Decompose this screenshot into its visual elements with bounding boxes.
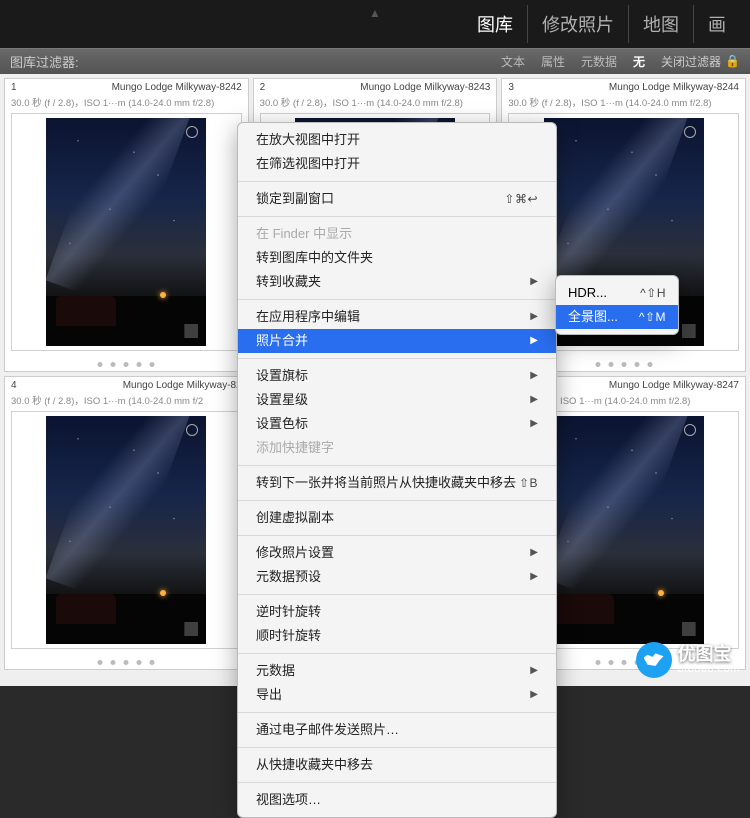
- lock-icon[interactable]: 🔒: [725, 54, 740, 68]
- ctx-metadata[interactable]: 元数据▶: [238, 659, 556, 683]
- bird-icon: [636, 642, 672, 678]
- cell-title: Mungo Lodge Milkyway-8242: [112, 82, 242, 93]
- chevron-right-icon: ▶: [530, 414, 538, 434]
- ctx-go-folder[interactable]: 转到图库中的文件夹: [238, 246, 556, 270]
- thumbnail-image[interactable]: [544, 416, 704, 644]
- flag-icon[interactable]: [186, 126, 198, 138]
- grid-cell[interactable]: 1 Mungo Lodge Milkyway-8242 30.0 秒 (f / …: [4, 78, 249, 372]
- filter-label: 图库过滤器:: [10, 52, 79, 71]
- cell-index: 2: [260, 82, 266, 93]
- tab-library[interactable]: 图库: [463, 5, 528, 43]
- thumbnail-image[interactable]: [46, 416, 206, 644]
- color-label-dots: [595, 362, 652, 367]
- ctx-remove-quick[interactable]: 从快捷收藏夹中移去: [238, 753, 556, 777]
- ctx-export[interactable]: 导出▶: [238, 683, 556, 707]
- chevron-right-icon: ▶: [530, 390, 538, 410]
- filter-text[interactable]: 文本: [501, 53, 525, 70]
- chevron-right-icon: ▶: [530, 685, 538, 705]
- module-tabs: 图库 修改照片 地图 画: [463, 5, 740, 43]
- sub-panorama[interactable]: 全景图...^⇧M: [556, 305, 678, 329]
- chevron-right-icon: ▶: [530, 661, 538, 681]
- ctx-photo-merge[interactable]: 照片合并▶: [238, 329, 556, 353]
- cell-title: Mungo Lodge Milkyway-82: [123, 380, 242, 391]
- sub-hdr[interactable]: HDR...^⇧H: [556, 281, 678, 305]
- cell-meta: 30.0 秒 (f / 2.8)，ISO 1···m (14.0-24.0 mm…: [11, 95, 242, 109]
- cell-meta: 30.0 秒 (f / 2.8)，ISO 1···m (14.0-24.0 mm…: [508, 95, 739, 109]
- edit-badge-icon: [184, 622, 198, 636]
- cell-title: Mungo Lodge Milkyway-8243: [360, 82, 490, 93]
- ctx-rotate-ccw[interactable]: 逆时针旋转: [238, 600, 556, 624]
- edit-badge-icon: [184, 324, 198, 338]
- flag-icon[interactable]: [684, 424, 696, 436]
- chevron-right-icon: ▶: [530, 307, 538, 327]
- flag-icon[interactable]: [186, 424, 198, 436]
- close-filter-label[interactable]: 关闭过滤器: [661, 53, 721, 70]
- ctx-open-loupe[interactable]: 在放大视图中打开: [238, 128, 556, 152]
- filter-metadata[interactable]: 元数据: [581, 53, 617, 70]
- cell-meta: 30.0 秒 (f / 2.8)，ISO 1···m (14.0-24.0 mm…: [260, 95, 491, 109]
- edit-badge-icon: [682, 622, 696, 636]
- chevron-right-icon: ▶: [530, 272, 538, 292]
- color-label-dots: [98, 660, 155, 665]
- ctx-set-rating[interactable]: 设置星级▶: [238, 388, 556, 412]
- ctx-open-survey[interactable]: 在筛选视图中打开: [238, 152, 556, 176]
- ctx-email[interactable]: 通过电子邮件发送照片…: [238, 718, 556, 742]
- ctx-set-color[interactable]: 设置色标▶: [238, 412, 556, 436]
- ctx-edit-in[interactable]: 在应用程序中编辑▶: [238, 305, 556, 329]
- ctx-show-finder: 在 Finder 中显示: [238, 222, 556, 246]
- ctx-metadata-preset[interactable]: 元数据预设▶: [238, 565, 556, 589]
- ctx-go-collection[interactable]: 转到收藏夹▶: [238, 270, 556, 294]
- filter-bar: 图库过滤器: 文本 属性 元数据 无 关闭过滤器 🔒: [0, 48, 750, 74]
- cell-index: 1: [11, 82, 17, 93]
- panel-collapse-arrow-icon[interactable]: ▲: [369, 6, 381, 20]
- ctx-lock-secondary[interactable]: 锁定到副窗口⇧⌘↩: [238, 187, 556, 211]
- chevron-right-icon: ▶: [530, 331, 538, 351]
- cell-meta: 30.0 秒 (f / 2.8)，ISO 1···m (14.0-24.0 mm…: [11, 393, 242, 407]
- grid-cell[interactable]: 4 Mungo Lodge Milkyway-82 30.0 秒 (f / 2.…: [4, 376, 249, 670]
- color-label-dots: [98, 362, 155, 367]
- tab-book[interactable]: 画: [694, 5, 740, 43]
- thumbnail-frame: [11, 113, 242, 351]
- cell-title: Mungo Lodge Milkyway-8247: [609, 380, 739, 391]
- ctx-create-vc[interactable]: 创建虚拟副本: [238, 506, 556, 530]
- watermark-brand: 优图宝: [678, 645, 740, 663]
- context-submenu-photo-merge: HDR...^⇧H 全景图...^⇧M: [555, 275, 679, 335]
- thumbnail-frame: [11, 411, 242, 649]
- watermark-url: utobao.com: [678, 663, 740, 675]
- ctx-set-flag[interactable]: 设置旗标▶: [238, 364, 556, 388]
- thumbnail-image[interactable]: [46, 118, 206, 346]
- filter-none[interactable]: 无: [633, 53, 645, 70]
- ctx-next-remove[interactable]: 转到下一张并将当前照片从快捷收藏夹中移去⇧B: [238, 471, 556, 495]
- ctx-rotate-cw[interactable]: 顺时针旋转: [238, 624, 556, 648]
- ctx-develop-settings[interactable]: 修改照片设置▶: [238, 541, 556, 565]
- ctx-view-options[interactable]: 视图选项…: [238, 788, 556, 812]
- cell-index: 4: [11, 380, 17, 391]
- flag-icon[interactable]: [684, 126, 696, 138]
- context-menu: 在放大视图中打开 在筛选视图中打开 锁定到副窗口⇧⌘↩ 在 Finder 中显示…: [237, 122, 557, 818]
- cell-index: 3: [508, 82, 514, 93]
- filter-attribute[interactable]: 属性: [541, 53, 565, 70]
- tab-develop[interactable]: 修改照片: [528, 5, 629, 43]
- edit-badge-icon: [682, 324, 696, 338]
- chevron-right-icon: ▶: [530, 567, 538, 587]
- cell-title: Mungo Lodge Milkyway-8244: [609, 82, 739, 93]
- watermark: 优图宝 utobao.com: [636, 642, 740, 678]
- chevron-right-icon: ▶: [530, 543, 538, 563]
- tab-map[interactable]: 地图: [629, 5, 694, 43]
- chevron-right-icon: ▶: [530, 366, 538, 386]
- ctx-add-keyword: 添加快捷键字: [238, 436, 556, 460]
